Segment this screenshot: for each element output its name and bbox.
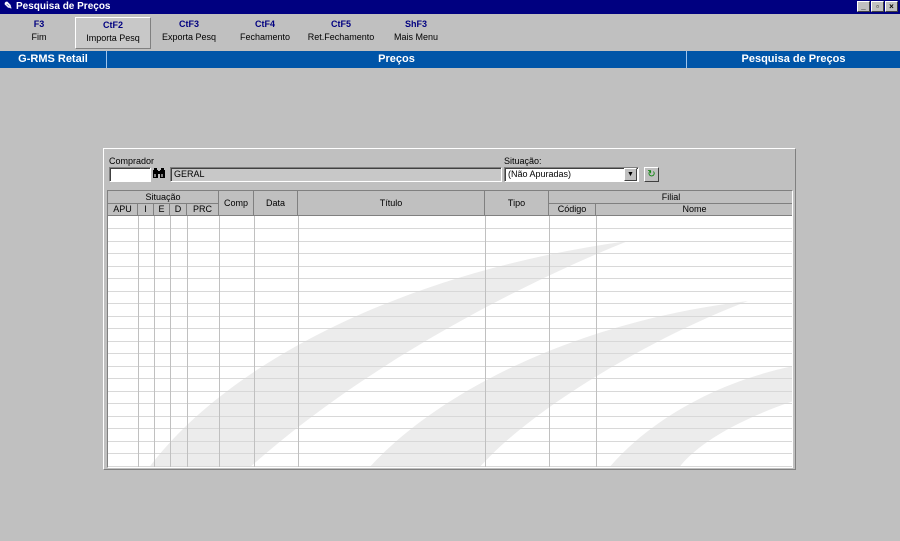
pen-icon: ✎ [4, 1, 13, 12]
fim-key: F3 [33, 19, 45, 29]
importa-label: Importa Pesq [86, 33, 140, 43]
module-banner: G-RMS Retail Preços Pesquisa de Preços [0, 51, 900, 68]
grid-row-line [108, 378, 792, 379]
grid-column-line [187, 216, 188, 467]
grid-row-line [108, 403, 792, 404]
grid-row-line [108, 441, 792, 442]
grid-column-line [154, 216, 155, 467]
ret-fechamento-label: Ret.Fechamento [307, 32, 375, 42]
header-comp[interactable]: Comp [219, 191, 254, 216]
comprador-name-field: GERAL [170, 167, 502, 182]
restore-button[interactable]: ▫ [871, 1, 884, 12]
ret-fechamento-key: CtF5 [331, 19, 351, 29]
window-controls: _ ▫ × [856, 1, 898, 12]
header-filial-group: Filial [549, 191, 792, 204]
grid-column-line [138, 216, 139, 467]
exporta-pesq-button[interactable]: CtF3 Exporta Pesq [155, 17, 223, 49]
toolbar: F3 Fim CtF2 Importa Pesq CtF3 Exporta Pe… [0, 14, 900, 50]
window-title: Pesquisa de Preços [16, 1, 111, 12]
grid-column-line [596, 216, 597, 467]
header-tipo[interactable]: Tipo [485, 191, 549, 216]
header-d[interactable]: D [170, 204, 187, 216]
mais-menu-button[interactable]: ShF3 Mais Menu [388, 17, 444, 49]
chevron-down-icon[interactable]: ▼ [624, 168, 637, 181]
header-titulo[interactable]: Título [298, 191, 485, 216]
situacao-select[interactable]: (Não Apuradas) [504, 167, 639, 182]
header-data[interactable]: Data [254, 191, 298, 216]
grid-row-line [108, 241, 792, 242]
ret-fechamento-button[interactable]: CtF5 Ret.Fechamento [302, 17, 380, 49]
screen-name: Pesquisa de Preços [686, 51, 900, 68]
exporta-label: Exporta Pesq [161, 32, 217, 42]
module-name: Preços [106, 51, 686, 68]
minimize-button[interactable]: _ [857, 1, 870, 12]
grid-row-line [108, 253, 792, 254]
watermark-logo [149, 241, 792, 467]
grid-row-line [108, 291, 792, 292]
grid-column-line [298, 216, 299, 467]
grid-column-line [549, 216, 550, 467]
grid-row-line [108, 353, 792, 354]
fechamento-button[interactable]: CtF4 Fechamento [232, 17, 298, 49]
grid-column-line [485, 216, 486, 467]
grid-row-line [108, 391, 792, 392]
header-prc[interactable]: PRC [187, 204, 219, 216]
grid-column-line [219, 216, 220, 467]
binoculars-icon[interactable] [151, 167, 167, 182]
grid-column-line [170, 216, 171, 467]
grid-row-line [108, 266, 792, 267]
binoculars-icon-graphic [153, 168, 165, 178]
grid-row-line [108, 416, 792, 417]
importa-key: CtF2 [103, 20, 123, 30]
grid-row-line [108, 428, 792, 429]
grid-row-line [108, 466, 792, 467]
grid-row-line [108, 278, 792, 279]
header-nome[interactable]: Nome [596, 204, 792, 216]
exporta-key: CtF3 [179, 19, 199, 29]
fim-label: Fim [31, 32, 47, 42]
header-codigo[interactable]: Código [549, 204, 596, 216]
grid-row-line [108, 328, 792, 329]
grid-row-line [108, 453, 792, 454]
grid-column-line [254, 216, 255, 467]
comprador-label: Comprador [109, 156, 155, 166]
importa-pesq-button[interactable]: CtF2 Importa Pesq [75, 17, 151, 49]
fechamento-key: CtF4 [255, 19, 275, 29]
fechamento-label: Fechamento [239, 32, 291, 42]
grid-row-line [108, 316, 792, 317]
grid-row-line [108, 366, 792, 367]
header-e[interactable]: E [154, 204, 170, 216]
fim-button[interactable]: F3 Fim [20, 17, 58, 49]
header-apu[interactable]: APU [108, 204, 138, 216]
grid-row-line [108, 228, 792, 229]
close-button[interactable]: × [885, 1, 898, 12]
grid-row-line [108, 341, 792, 342]
app-name: G-RMS Retail [18, 53, 88, 65]
header-situacao-group: Situação [108, 191, 219, 204]
search-panel: Comprador GERAL Situação: (Não Apuradas)… [103, 148, 796, 470]
situacao-label: Situação: [504, 156, 542, 166]
title-bar: ✎ Pesquisa de Preços _ ▫ × [0, 0, 900, 14]
header-i[interactable]: I [138, 204, 154, 216]
mais-menu-label: Mais Menu [393, 32, 438, 42]
grid-row-line [108, 303, 792, 304]
results-grid[interactable]: Situação APU I E D PRC Comp Data Título … [107, 190, 793, 468]
refresh-icon[interactable]: ↻ [644, 167, 659, 182]
comprador-code-input[interactable] [109, 167, 151, 182]
mais-menu-key: ShF3 [404, 19, 427, 29]
